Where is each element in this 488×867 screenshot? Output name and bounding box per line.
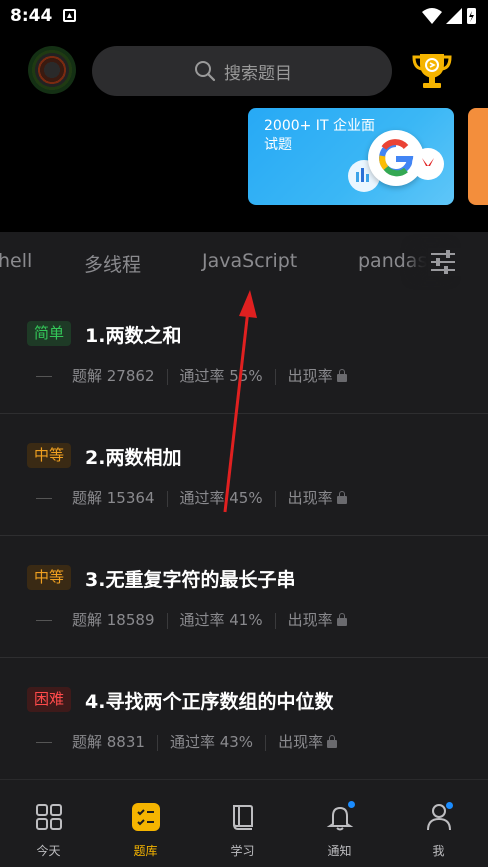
screen: 8:44 搜索题目 2000+ IT 企业面试题 hell 多线程 JavaSc… — [0, 0, 488, 867]
dash-divider — [36, 498, 52, 499]
grid-icon — [36, 804, 62, 830]
divider — [274, 490, 276, 507]
nav-problems[interactable]: 题库 — [97, 780, 194, 867]
huawei-logo-icon — [412, 148, 444, 180]
question-title: 4.寻找两个正序数组的中位数 — [85, 691, 334, 713]
difficulty-badge: 困难 — [27, 687, 72, 712]
nav-study[interactable]: 学习 — [194, 780, 291, 867]
pass-rate: 通过率 45% — [179, 489, 263, 507]
dash-divider — [36, 742, 52, 743]
lock-icon — [336, 612, 347, 626]
solutions-count: 题解 18589 — [72, 611, 155, 629]
nav-today[interactable]: 今天 — [0, 780, 97, 867]
nav-me[interactable]: 我 — [390, 780, 487, 867]
book-icon — [233, 805, 253, 830]
pass-rate: 通过率 55% — [179, 367, 263, 385]
tab-multithreading[interactable]: 多线程 — [84, 250, 141, 277]
notification-a-icon — [63, 9, 76, 22]
lock-icon — [336, 490, 347, 504]
trophy-icon[interactable] — [410, 50, 454, 92]
frequency: 出现率 — [287, 489, 333, 507]
pass-rate: 通过率 43% — [169, 733, 254, 751]
status-icons — [422, 8, 476, 24]
second-banner[interactable] — [468, 108, 488, 205]
divider — [274, 612, 276, 629]
question-row[interactable]: 简单 1.两数之和 题解 27862 通过率 55% 出现率 — [0, 292, 488, 414]
nav-label: 题库 — [133, 844, 158, 858]
difficulty-badge: 中等 — [27, 565, 72, 590]
divider — [156, 734, 158, 751]
question-list: 简单 1.两数之和 题解 27862 通过率 55% 出现率 中等 2.两数相加 题… — [0, 292, 488, 780]
difficulty-badge: 中等 — [27, 443, 72, 468]
search-icon — [195, 61, 216, 82]
lock-icon — [327, 734, 338, 748]
dash-divider — [36, 620, 52, 621]
status-time: 8:44 — [10, 6, 53, 26]
divider — [265, 734, 267, 751]
question-title: 1.两数之和 — [85, 325, 182, 347]
question-meta: 题解 15364 通过率 45% 出现率 — [36, 487, 347, 508]
tab-javascript[interactable]: JavaScript — [202, 250, 297, 272]
category-tabs: hell 多线程 JavaScript pandas — [0, 232, 488, 292]
solutions-count: 题解 27862 — [72, 367, 155, 385]
solutions-count: 题解 15364 — [72, 489, 155, 507]
avatar[interactable] — [28, 46, 76, 94]
notification-dot — [446, 802, 453, 809]
question-title: 3.无重复字符的最长子串 — [85, 569, 296, 591]
nav-label: 通知 — [327, 844, 352, 858]
divider — [274, 368, 276, 385]
pass-rate: 通过率 41% — [179, 611, 263, 629]
nav-notifications[interactable]: 通知 — [291, 780, 388, 867]
tab-pandas[interactable]: pandas — [358, 250, 427, 272]
company-questions-banner[interactable]: 2000+ IT 企业面试题 — [248, 108, 454, 205]
frequency: 出现率 — [287, 367, 333, 385]
tab-shell[interactable]: hell — [0, 250, 32, 272]
checklist-icon — [132, 803, 160, 831]
question-row[interactable]: 中等 3.无重复字符的最长子串 题解 18589 通过率 41% 出现率 — [0, 536, 488, 658]
question-meta: 题解 8831 通过率 43% 出现率 — [36, 731, 338, 752]
divider — [166, 490, 168, 507]
frequency: 出现率 — [278, 733, 324, 751]
question-row[interactable]: 困难 4.寻找两个正序数组的中位数 题解 8831 通过率 43% 出现率 — [0, 658, 488, 780]
dash-divider — [36, 376, 52, 377]
question-meta: 题解 18589 通过率 41% 出现率 — [36, 609, 347, 630]
bottom-nav: 今天 题库 学习 通知 我 — [0, 779, 488, 867]
search-input[interactable]: 搜索题目 — [92, 46, 392, 96]
question-title: 2.两数相加 — [85, 447, 182, 469]
status-bar: 8:44 — [0, 0, 488, 34]
question-meta: 题解 27862 通过率 55% 出现率 — [36, 365, 347, 386]
divider — [166, 368, 168, 385]
filter-icon[interactable] — [428, 248, 462, 276]
nav-label: 今天 — [36, 844, 61, 858]
difficulty-badge: 简单 — [27, 321, 72, 346]
search-placeholder: 搜索题目 — [224, 64, 292, 84]
solutions-count: 题解 8831 — [72, 733, 145, 751]
question-row[interactable]: 中等 2.两数相加 题解 15364 通过率 45% 出现率 — [0, 414, 488, 536]
banner-text: 2000+ IT 企业面试题 — [264, 118, 375, 153]
notification-dot — [348, 801, 355, 808]
lock-icon — [336, 368, 347, 382]
nav-label: 我 — [432, 844, 445, 858]
frequency: 出现率 — [287, 611, 333, 629]
nav-label: 学习 — [230, 844, 255, 858]
divider — [166, 612, 168, 629]
